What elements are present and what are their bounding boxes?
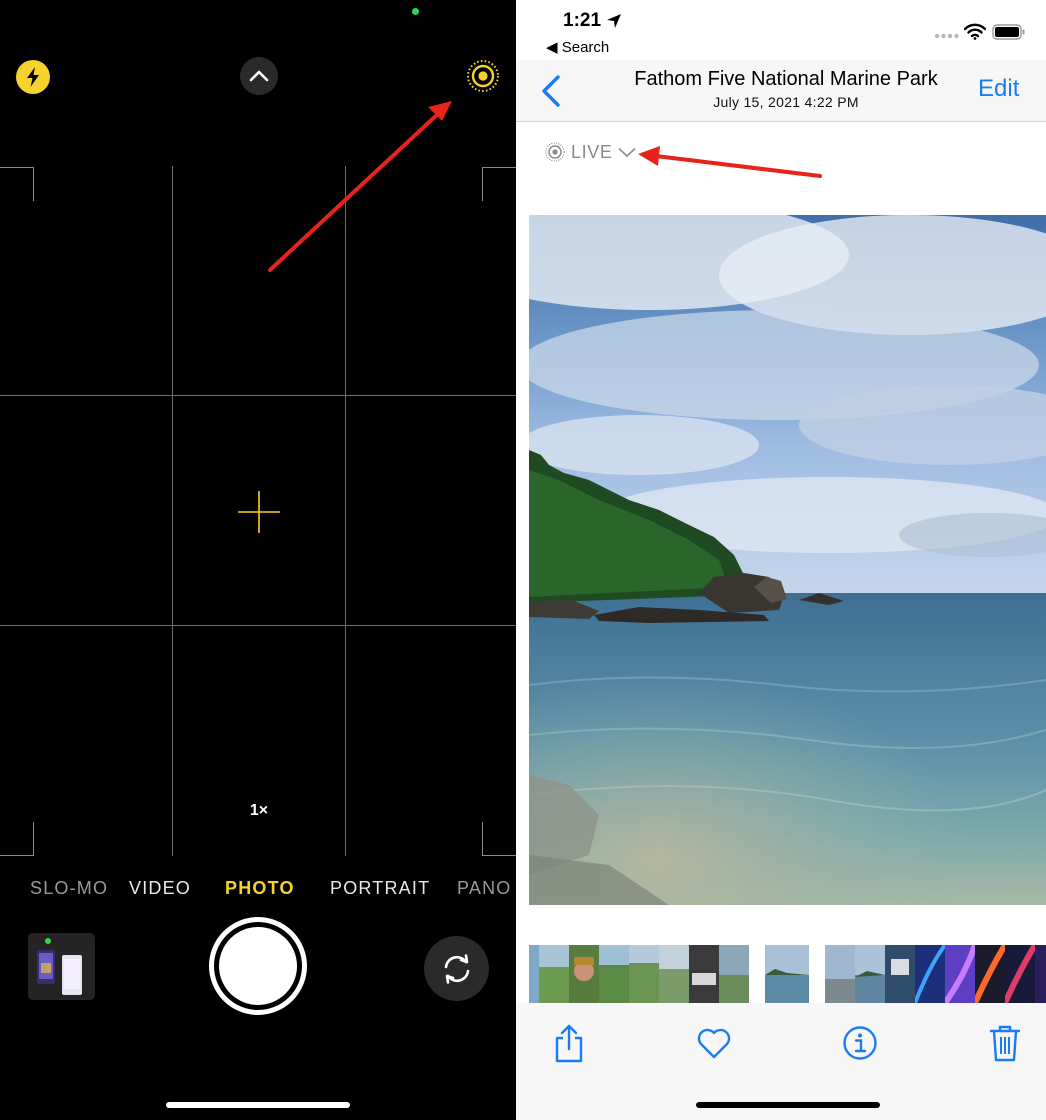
thumbnail[interactable]	[599, 945, 629, 1003]
viewfinder-corner	[0, 822, 34, 856]
zoom-level-button[interactable]: 1×	[236, 798, 282, 824]
home-indicator[interactable]	[166, 1102, 350, 1108]
thumbnail[interactable]	[885, 945, 915, 1003]
thumbnail[interactable]	[529, 945, 539, 1003]
flash-icon	[27, 67, 39, 87]
live-photo-icon	[467, 60, 499, 92]
camera-flip-icon	[444, 953, 469, 984]
cellular-signal-icon	[934, 33, 959, 39]
thumbnail[interactable]	[1005, 945, 1035, 1003]
home-indicator[interactable]	[696, 1102, 880, 1108]
thumbnail[interactable]	[975, 945, 1005, 1003]
mode-photo[interactable]: PHOTO	[225, 874, 295, 902]
mode-portrait[interactable]: PORTRAIT	[330, 874, 430, 902]
chevron-down-icon	[619, 147, 636, 157]
thumbnail[interactable]	[825, 945, 855, 1003]
info-icon	[843, 1026, 877, 1060]
thumbnail[interactable]	[629, 945, 659, 1003]
back-chevron-icon[interactable]	[538, 72, 564, 112]
camera-mode-selector: SLO-MO VIDEO PHOTO PORTRAIT PANO	[0, 874, 516, 902]
grid-line	[345, 166, 346, 856]
trash-icon	[989, 1025, 1021, 1062]
thumbnail[interactable]	[765, 945, 809, 1003]
wifi-icon	[964, 23, 986, 40]
back-to-search-link[interactable]: ◀ Search	[546, 38, 609, 56]
shutter-inner	[219, 927, 297, 1005]
camera-screen: 1× SLO-MO VIDEO PHOTO PORTRAIT PANO	[0, 0, 516, 1120]
live-photo-icon	[545, 142, 565, 162]
mode-video[interactable]: VIDEO	[129, 874, 191, 902]
thumbnail[interactable]	[719, 945, 749, 1003]
camera-in-use-indicator	[412, 8, 419, 15]
viewfinder-corner	[482, 167, 516, 201]
viewfinder-corner	[0, 167, 34, 201]
share-icon	[555, 1024, 583, 1063]
thumbnail[interactable]	[539, 945, 569, 1003]
status-time: 1:21	[563, 10, 602, 31]
grid-line	[0, 625, 516, 626]
live-photo-toggle[interactable]	[465, 58, 501, 94]
thumbnail[interactable]	[569, 945, 599, 1003]
main-photo[interactable]	[529, 215, 1046, 905]
thumbnail[interactable]	[915, 945, 945, 1003]
viewfinder-corner	[482, 822, 516, 856]
grid-line	[0, 395, 516, 396]
thumbnail[interactable]	[689, 945, 719, 1003]
thumbnail[interactable]	[945, 945, 975, 1003]
info-button[interactable]	[840, 1021, 880, 1065]
photo-datetime: July 15, 2021 4:22 PM	[713, 94, 859, 110]
focus-crosshair-icon	[238, 491, 280, 533]
location-arrow-icon	[607, 14, 621, 28]
back-triangle-icon: ◀	[546, 39, 558, 56]
live-effect-selector[interactable]: LIVE	[545, 139, 636, 165]
navigation-bar: Fathom Five National Marine Park July 15…	[516, 60, 1046, 122]
live-label: LIVE	[571, 141, 613, 162]
photo-thumbnail-strip[interactable]	[529, 945, 1046, 1003]
chevron-up-icon	[249, 70, 269, 82]
photo-title: Fathom Five National Marine Park	[634, 68, 938, 90]
thumbnail[interactable]	[659, 945, 689, 1003]
heart-icon	[697, 1028, 731, 1059]
battery-icon	[992, 24, 1025, 40]
grid-line	[172, 166, 173, 856]
back-search-label: Search	[561, 39, 610, 56]
mode-slo-mo[interactable]: SLO-MO	[30, 874, 108, 902]
shutter-button[interactable]	[209, 917, 307, 1015]
photos-screen: 1:21 ◀ Search Fathom Five National Marin…	[516, 0, 1046, 1120]
favorite-button[interactable]	[694, 1021, 734, 1065]
delete-button[interactable]	[985, 1021, 1025, 1065]
more-controls-button[interactable]	[240, 57, 278, 95]
flash-button[interactable]	[16, 60, 50, 94]
edit-button[interactable]: Edit	[978, 75, 1019, 103]
camera-flip-button[interactable]	[424, 936, 489, 1001]
mode-pano[interactable]: PANO	[457, 874, 511, 902]
thumbnail[interactable]	[855, 945, 885, 1003]
thumbnail[interactable]	[1035, 945, 1046, 1003]
share-button[interactable]	[549, 1021, 589, 1065]
last-photo-thumbnail[interactable]	[28, 933, 95, 1000]
